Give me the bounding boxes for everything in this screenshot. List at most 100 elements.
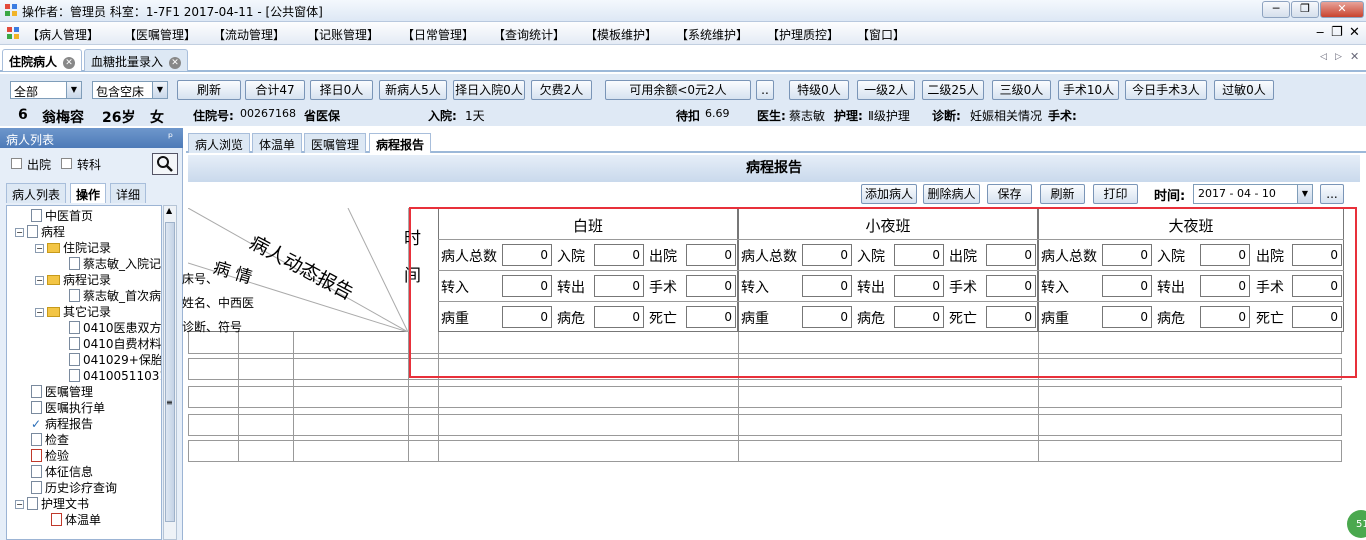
menu-quality[interactable]: 【护理质控】: [767, 26, 839, 43]
tab-temp-sheet[interactable]: 体温单: [252, 133, 303, 153]
close-tab-icon[interactable]: ✕: [63, 56, 76, 69]
menu-flow[interactable]: 【流动管理】: [213, 26, 285, 43]
tab-patient-list[interactable]: 病人列表: [6, 183, 67, 203]
tab-scroll-right-icon[interactable]: ▷: [1335, 52, 1342, 62]
level-3-button[interactable]: 三级0人: [992, 80, 1051, 100]
new-patient-button[interactable]: 新病人5人: [379, 80, 447, 100]
tab-scroll-left-icon[interactable]: ◁: [1320, 52, 1327, 62]
more-button[interactable]: ..: [756, 80, 774, 100]
tree-item-temp-sheet[interactable]: 体温单: [51, 512, 101, 528]
menu-system[interactable]: 【系统维护】: [676, 26, 748, 43]
menu-app-icon[interactable]: [6, 26, 20, 40]
refresh-button[interactable]: 刷新: [177, 80, 241, 100]
tree-scrollbar[interactable]: ▲ ≡: [163, 205, 177, 540]
close-button[interactable]: ✕: [1320, 1, 1364, 18]
special-level-button[interactable]: 特级0人: [789, 80, 849, 100]
discharge-checkbox[interactable]: [11, 158, 22, 169]
tree-item-vitals[interactable]: 体征信息: [31, 464, 93, 480]
tab-close-all-icon[interactable]: ✕: [1350, 50, 1359, 63]
tree-item-tcm-home[interactable]: 中医首页: [31, 208, 93, 224]
tree-item-order-exec[interactable]: 医嘱执行单: [31, 400, 105, 416]
collapse-icon[interactable]: −: [35, 244, 44, 253]
document-icon: [69, 289, 80, 302]
mdi-restore-icon[interactable]: ❐: [1331, 25, 1343, 40]
allergy-button[interactable]: 过敏0人: [1214, 80, 1274, 100]
level-2-button[interactable]: 二级25人: [922, 80, 984, 100]
mdi-minimize-icon[interactable]: ‒: [1316, 25, 1324, 40]
report-title: 病程报告: [188, 155, 1360, 182]
menu-patient[interactable]: 【病人管理】: [27, 26, 99, 43]
tree-item-course[interactable]: − 病程: [15, 224, 65, 240]
filter-bed-select[interactable]: 包含空床 ▼: [92, 81, 168, 99]
chevron-down-icon[interactable]: ▼: [1297, 185, 1312, 203]
menu-orders[interactable]: 【医嘱管理】: [124, 26, 196, 43]
filter-all-select[interactable]: 全部 ▼: [10, 81, 82, 99]
tree-item-test[interactable]: 检验: [31, 448, 69, 464]
search-button[interactable]: [152, 153, 178, 175]
collapse-icon[interactable]: −: [15, 228, 24, 237]
table-row[interactable]: [188, 386, 1342, 408]
table-row[interactable]: [188, 414, 1342, 436]
tab-orders[interactable]: 医嘱管理: [304, 133, 367, 153]
tree-item-other-4[interactable]: 041005110312: [69, 368, 161, 384]
today-surgery-button[interactable]: 今日手术3人: [1125, 80, 1207, 100]
level-1-button[interactable]: 一级2人: [857, 80, 915, 100]
transfer-checkbox[interactable]: [61, 158, 72, 169]
document-icon: [69, 353, 80, 366]
tree-item-admit-record[interactable]: − 住院记录: [35, 240, 111, 256]
print-button[interactable]: 打印: [1093, 184, 1138, 204]
collapse-icon[interactable]: −: [35, 276, 44, 285]
maximize-button[interactable]: ❐: [1291, 1, 1319, 18]
menu-billing[interactable]: 【记账管理】: [307, 26, 379, 43]
refresh-report-button[interactable]: 刷新: [1040, 184, 1085, 204]
report-date-picker[interactable]: 2017 - 04 - 10 ▼: [1193, 184, 1313, 204]
tree-item-course-report[interactable]: ✓ 病程报告: [31, 416, 93, 432]
date-more-button[interactable]: ...: [1320, 184, 1344, 204]
tree-item-nursing-docs[interactable]: − 护理文书: [15, 496, 89, 512]
tree-item-first-course[interactable]: 蔡志敏_首次病: [69, 288, 161, 304]
tab-patient-browse[interactable]: 病人浏览: [188, 133, 251, 153]
surgery-button[interactable]: 手术10人: [1058, 80, 1119, 100]
inpatient-no: 00267168: [240, 107, 296, 120]
chevron-down-icon[interactable]: ▼: [66, 82, 81, 98]
tab-detail[interactable]: 详细: [110, 183, 147, 203]
scrollbar-thumb[interactable]: [165, 222, 175, 522]
delete-patient-button[interactable]: 删除病人: [923, 184, 980, 204]
table-row[interactable]: [188, 440, 1342, 462]
total-button[interactable]: 合计47: [245, 80, 305, 100]
tree-item-other-1[interactable]: 0410医患双方: [69, 320, 161, 336]
document-icon: [69, 321, 80, 334]
status-badge[interactable]: 51: [1347, 510, 1366, 538]
tab-inpatients[interactable]: 住院病人 ✕: [2, 49, 83, 71]
tab-operation[interactable]: 操作: [70, 183, 107, 203]
tree-item-other-2[interactable]: 0410自费材料: [69, 336, 161, 352]
tree-item-history[interactable]: 历史诊疗查询: [31, 480, 117, 496]
pin-icon[interactable]: ᵖ: [168, 130, 173, 144]
select-day-admit-button[interactable]: 择日入院0人: [453, 80, 525, 100]
mdi-close-icon[interactable]: ✕: [1349, 25, 1360, 40]
collapse-icon[interactable]: −: [15, 500, 24, 509]
select-day-button[interactable]: 择日0人: [310, 80, 373, 100]
tab-course-report[interactable]: 病程报告: [369, 133, 432, 153]
tree-item-orders[interactable]: 医嘱管理: [31, 384, 93, 400]
tree-item-exam[interactable]: 检查: [31, 432, 69, 448]
menu-template[interactable]: 【模板维护】: [585, 26, 657, 43]
collapse-icon[interactable]: −: [35, 308, 44, 317]
menu-daily[interactable]: 【日常管理】: [402, 26, 474, 43]
minimize-button[interactable]: ─: [1262, 1, 1290, 18]
arrears-button[interactable]: 欠费2人: [531, 80, 592, 100]
save-button[interactable]: 保存: [987, 184, 1032, 204]
tab-glucose-batch[interactable]: 血糖批量录入 ✕: [84, 49, 189, 71]
balance-button[interactable]: 可用余额<0元2人: [605, 80, 751, 100]
scroll-up-icon[interactable]: ▲: [166, 206, 172, 215]
tree-item-admit-note[interactable]: 蔡志敏_入院记: [69, 256, 161, 272]
tree-item-course-record[interactable]: − 病程记录: [35, 272, 111, 288]
close-tab-icon[interactable]: ✕: [169, 56, 182, 69]
menu-query[interactable]: 【查询统计】: [493, 26, 565, 43]
tree-item-other-3[interactable]: 041029+保胎-: [69, 352, 161, 368]
doctor-name: 蔡志敏: [789, 109, 826, 123]
chevron-down-icon[interactable]: ▼: [152, 82, 167, 98]
menu-window[interactable]: 【窗口】: [857, 26, 905, 43]
add-patient-button[interactable]: 添加病人: [861, 184, 917, 204]
tree-item-other-record[interactable]: − 其它记录: [35, 304, 111, 320]
